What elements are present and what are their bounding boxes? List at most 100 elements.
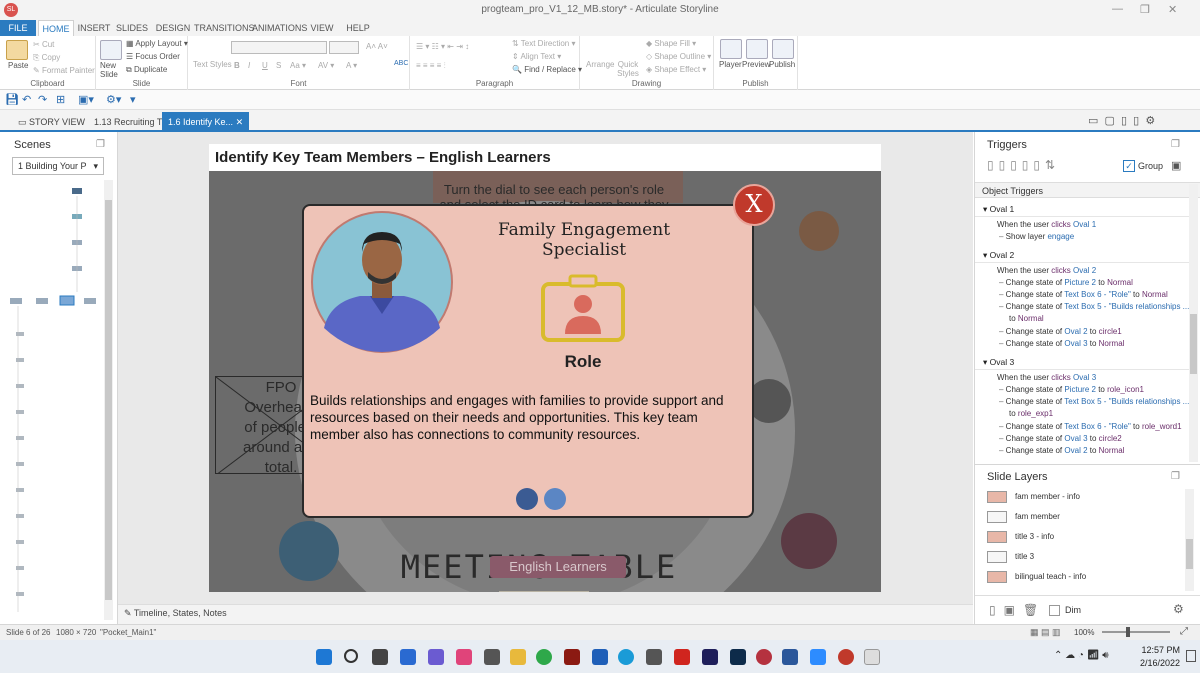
duplicate-button[interactable]: ⧉ Duplicate bbox=[126, 65, 167, 75]
tab-view[interactable]: VIEW bbox=[308, 20, 336, 36]
tab-identify[interactable]: 1.6 Identify Ke... ✕ bbox=[162, 112, 250, 132]
minimize-icon[interactable]: — bbox=[1112, 3, 1123, 15]
fit-icon[interactable]: ⤢ bbox=[1180, 626, 1188, 637]
collapse-arrow-icon[interactable]: ▾ bbox=[983, 204, 990, 214]
tray-icons[interactable]: ⌃ ☁ ◔ 📶︎ 🔊︎ bbox=[1054, 650, 1109, 661]
layers-scroll-thumb[interactable] bbox=[1186, 539, 1193, 569]
format-painter-button[interactable]: ✎ Format Painter bbox=[33, 66, 95, 75]
trigger-group-header[interactable]: ▾ Oval 1 bbox=[983, 204, 1014, 215]
notification-icon[interactable] bbox=[1186, 650, 1196, 662]
layer-item[interactable]: fam member - info bbox=[975, 487, 1185, 507]
word-icon[interactable] bbox=[782, 649, 798, 665]
paste-button[interactable]: Paste bbox=[8, 61, 28, 70]
quick-styles-button[interactable]: Quick Styles bbox=[616, 60, 640, 78]
triggers-scroll-thumb[interactable] bbox=[1190, 314, 1197, 374]
italic-button[interactable]: I bbox=[248, 61, 250, 70]
insert-slide-icon[interactable]: ⊞ bbox=[56, 93, 65, 106]
focus-order-button[interactable]: ☰ Focus Order bbox=[126, 52, 180, 61]
layer-item[interactable]: title 3 - info bbox=[975, 527, 1185, 547]
player-button[interactable]: Player bbox=[719, 60, 742, 69]
preview-button[interactable]: Preview bbox=[742, 60, 770, 69]
trigger-group-header[interactable]: ▾ Oval 2 bbox=[983, 250, 1014, 261]
scene-select[interactable]: 1 Building Your P ▾ bbox=[12, 157, 104, 175]
trigger-list[interactable]: ▾ Oval 1 When the user clicks Oval 1– Sho… bbox=[975, 202, 1189, 464]
trigger-object-link[interactable]: Oval 3 bbox=[1064, 434, 1087, 443]
trigger-object-link[interactable]: Oval 1 bbox=[1073, 220, 1096, 229]
app-icon-1[interactable] bbox=[456, 649, 472, 665]
player-icon[interactable] bbox=[720, 39, 742, 59]
font-color-button[interactable]: A ▾ bbox=[346, 61, 357, 70]
font-family-combo[interactable] bbox=[231, 41, 327, 54]
trigger-action-row[interactable]: – Change state of Oval 3 to circle2 bbox=[999, 434, 1122, 443]
layer-item[interactable]: bilingual teach - info bbox=[975, 567, 1185, 587]
trigger-event-row[interactable]: When the user clicks Oval 1 bbox=[997, 220, 1096, 229]
triggers-scrollbar[interactable] bbox=[1189, 184, 1198, 462]
trigger-action-row[interactable]: – Change state of Text Box 5 - "Builds r… bbox=[999, 302, 1189, 311]
story-thumbnails[interactable] bbox=[8, 182, 102, 622]
layer-list[interactable]: fam member - info fam member title 3 - inf… bbox=[975, 487, 1189, 591]
trigger-action-row[interactable]: – Show layer engage bbox=[999, 232, 1074, 241]
bold-button[interactable]: B bbox=[234, 61, 240, 70]
premiere-icon[interactable] bbox=[702, 649, 718, 665]
new-slide-icon[interactable] bbox=[100, 40, 122, 60]
close-popup-button[interactable]: X bbox=[733, 184, 775, 226]
zoom-slider[interactable] bbox=[1102, 627, 1170, 637]
shape-outline-button[interactable]: ◇ Shape Outline ▾ bbox=[646, 52, 711, 61]
trigger-settings-icon[interactable]: ▣ bbox=[1171, 159, 1181, 172]
font-size-combo[interactable] bbox=[329, 41, 359, 54]
start-icon[interactable] bbox=[316, 649, 332, 665]
tab-slides[interactable]: SLIDES bbox=[114, 20, 150, 36]
trigger-event-row[interactable]: When the user clicks Oval 3 bbox=[997, 373, 1096, 382]
collapse-arrow-icon[interactable]: ▾ bbox=[983, 357, 990, 367]
dim-checkbox[interactable] bbox=[1049, 605, 1060, 616]
copy-button[interactable]: ⎘ Copy bbox=[33, 53, 60, 63]
preview-icon[interactable] bbox=[746, 39, 768, 59]
save-icon[interactable]: 💾︎ bbox=[5, 93, 19, 106]
trigger-object-link[interactable]: Text Box 6 - "Role" bbox=[1064, 422, 1131, 431]
customize-icon[interactable]: ⚙▾ bbox=[106, 93, 121, 106]
tab-transitions[interactable]: TRANSITIONS bbox=[194, 20, 255, 36]
trigger-action-row[interactable]: – Change state of Oval 2 to circle1 bbox=[999, 327, 1122, 336]
task-view-icon[interactable] bbox=[372, 649, 388, 665]
align-text-button[interactable]: ⇕ Align Text ▾ bbox=[512, 52, 561, 61]
triggers-popout-icon[interactable]: ❐ bbox=[1171, 139, 1180, 150]
spell-check-button[interactable]: ABC bbox=[394, 60, 408, 67]
trigger-object-link[interactable]: Picture 2 bbox=[1064, 385, 1096, 394]
cut-button[interactable]: ✂ Cut bbox=[33, 40, 54, 49]
publish-icon[interactable] bbox=[772, 39, 794, 59]
nav-dot-2[interactable] bbox=[544, 488, 566, 510]
trigger-action-row[interactable]: – Change state of Oval 3 to Normal bbox=[999, 339, 1124, 348]
trigger-event-row[interactable]: When the user clicks Oval 2 bbox=[997, 266, 1096, 275]
find-replace-button[interactable]: 🔍 Find / Replace ▾ bbox=[512, 65, 582, 74]
tab-file[interactable]: FILE bbox=[0, 20, 36, 36]
tab-insert[interactable]: INSERT bbox=[76, 20, 112, 36]
chrome-icon[interactable] bbox=[536, 649, 552, 665]
new-slide-button[interactable]: New Slide bbox=[100, 61, 124, 79]
paste-icon[interactable] bbox=[6, 40, 28, 60]
trigger-object-link[interactable]: Oval 2 bbox=[1064, 446, 1087, 455]
arrange-button[interactable]: Arrange bbox=[586, 60, 614, 69]
timeline-bar[interactable]: ✎ Timeline, States, Notes bbox=[118, 604, 973, 624]
trigger-action-row[interactable]: – Change state of Text Box 6 - "Role" to… bbox=[999, 422, 1182, 431]
case-button[interactable]: Aa ▾ bbox=[290, 61, 306, 70]
trigger-object-link[interactable]: Text Box 5 - "Builds relationships ... bbox=[1064, 302, 1189, 311]
trigger-object-link[interactable]: Oval 2 bbox=[1073, 266, 1096, 275]
layer-settings-icon[interactable]: ⚙ bbox=[1173, 602, 1184, 616]
netflix-icon[interactable] bbox=[674, 649, 690, 665]
close-window-icon[interactable]: ✕ bbox=[1168, 3, 1177, 16]
trigger-action-row[interactable]: – Change state of Text Box 6 - "Role" to… bbox=[999, 290, 1168, 299]
store-icon[interactable] bbox=[646, 649, 662, 665]
group-checkbox[interactable]: ✓ bbox=[1123, 160, 1135, 172]
zoom-thumb[interactable] bbox=[1126, 627, 1130, 637]
trigger-object-link[interactable]: engage bbox=[1047, 232, 1074, 241]
timeline-toggle[interactable]: ✎ Timeline, States, Notes bbox=[124, 608, 227, 619]
align-buttons[interactable]: ≡ ≡ ≡ ≡ ⫶ bbox=[416, 61, 446, 71]
trigger-object-link[interactable]: Oval 3 bbox=[1064, 339, 1087, 348]
trigger-group-header[interactable]: ▾ Oval 3 bbox=[983, 357, 1014, 368]
shape-fill-button[interactable]: ◆ Shape Fill ▾ bbox=[646, 39, 696, 48]
tab-help[interactable]: HELP bbox=[344, 20, 372, 36]
trigger-action-row[interactable]: to Normal bbox=[1009, 314, 1044, 323]
storyline-badge-icon[interactable] bbox=[838, 649, 854, 665]
trigger-object-link[interactable]: Text Box 6 - "Role" bbox=[1064, 290, 1131, 299]
trigger-object-link[interactable]: Oval 2 bbox=[1064, 327, 1087, 336]
